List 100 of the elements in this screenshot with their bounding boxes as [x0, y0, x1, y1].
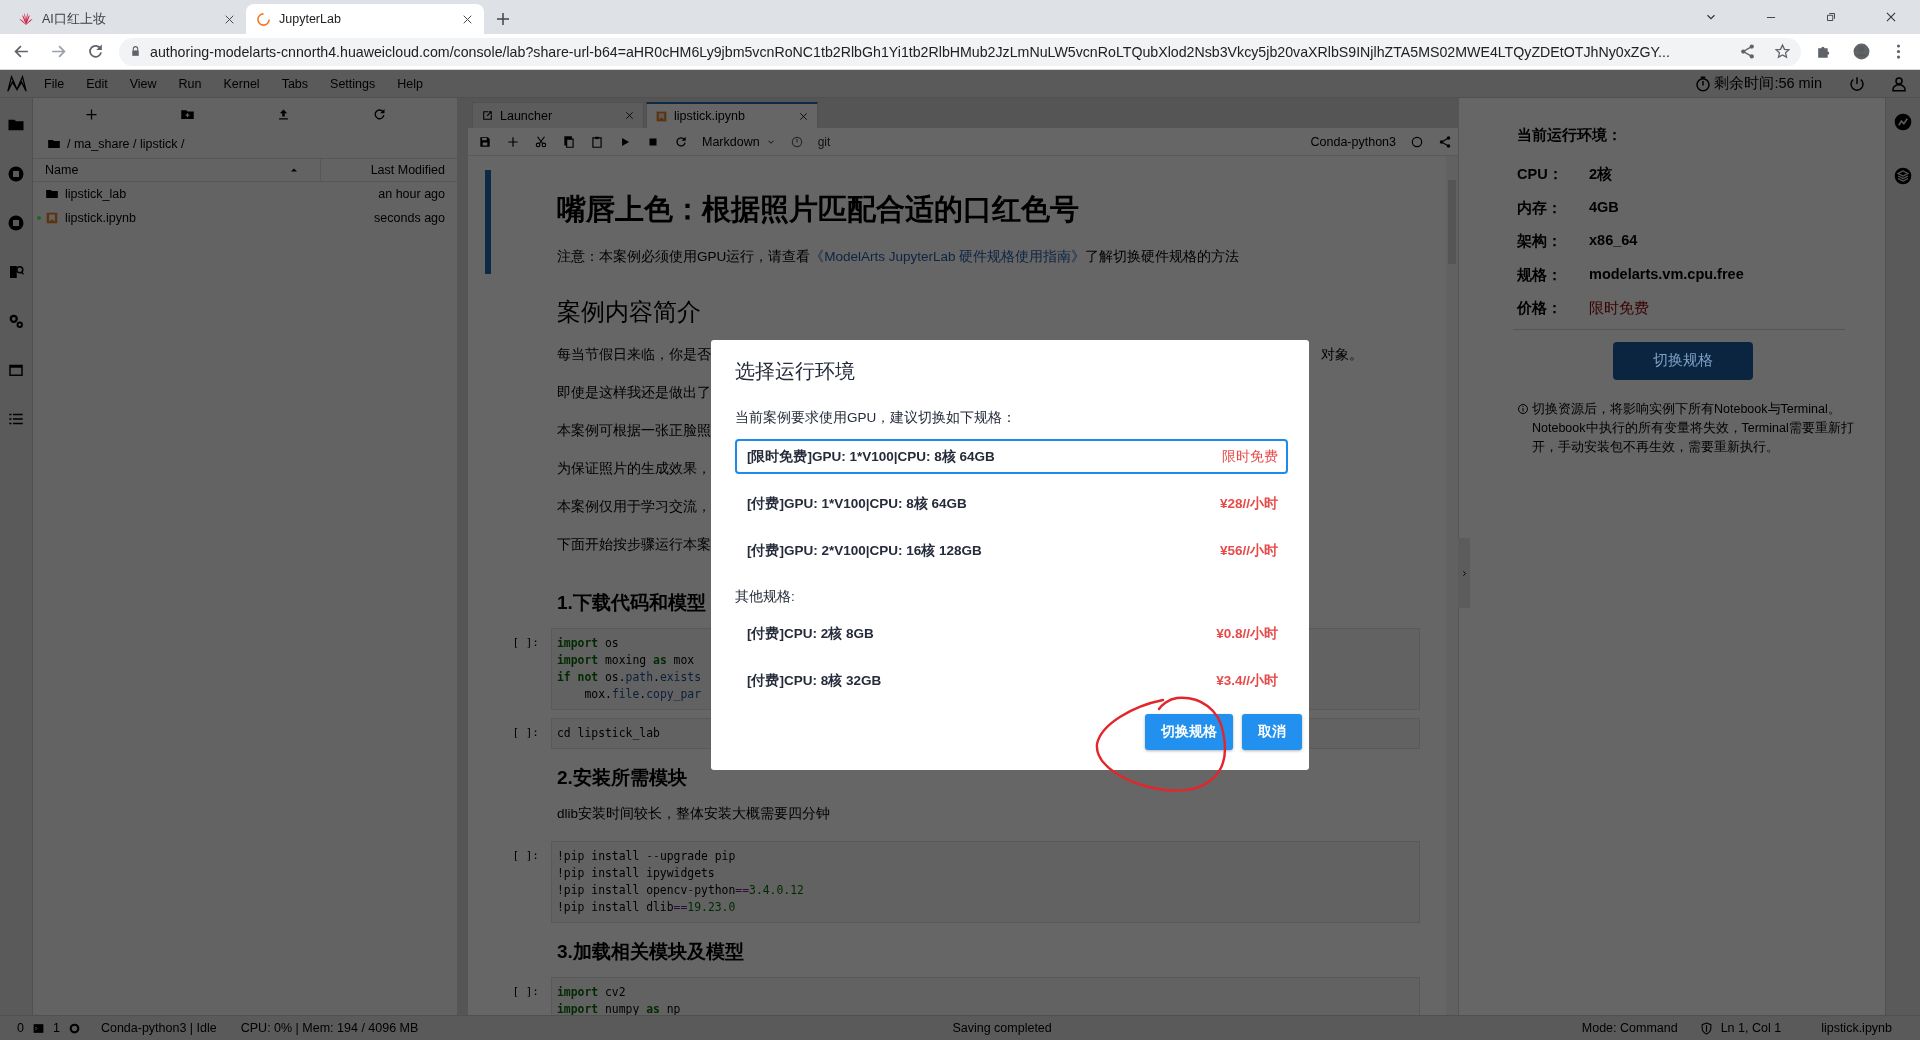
paragraph-text: 下面开始按步骤运行本案 — [557, 536, 711, 554]
inspector-icon[interactable] — [7, 263, 25, 281]
reload-icon[interactable] — [86, 42, 105, 61]
share-icon[interactable] — [1739, 43, 1756, 60]
git-button[interactable]: git — [817, 134, 831, 149]
restart-icon[interactable] — [674, 134, 688, 149]
lock-icon — [129, 45, 142, 58]
spec-option[interactable]: [限时免费]GPU: 1*V100|CPU: 8核 64GB 限时免费 — [735, 439, 1288, 474]
save-icon[interactable] — [478, 134, 492, 149]
star-icon[interactable] — [1774, 43, 1791, 60]
terminal-icon — [31, 1021, 45, 1035]
flower-logo-icon — [18, 11, 34, 27]
notebook-icon — [45, 211, 59, 225]
spec-option[interactable]: [付费]CPU: 8核 32GB ¥3.4//小时 — [735, 663, 1288, 698]
spec-label: CPU： — [1517, 165, 1564, 184]
kernel-status[interactable]: Conda-python3 | Idle — [100, 1021, 217, 1035]
spec-option[interactable]: [付费]CPU: 2核 8GB ¥0.8//小时 — [735, 616, 1288, 651]
menu-item[interactable]: Help — [397, 76, 423, 91]
kernel-count[interactable]: 1 — [52, 1021, 60, 1035]
panel-title: 当前运行环境： — [1517, 126, 1623, 145]
stop-icon[interactable] — [7, 214, 25, 232]
cut-icon[interactable] — [534, 134, 548, 149]
browser-tab[interactable]: AI口红上妆 — [8, 4, 246, 34]
modified-time: an hour ago — [378, 187, 446, 201]
paragraph-text: 本案例可根据一张正脸照 — [557, 422, 711, 440]
menu-item[interactable]: Kernel — [223, 76, 260, 91]
restore-icon[interactable] — [1824, 10, 1838, 24]
switch-spec-button[interactable]: 切换规格 — [1613, 341, 1753, 380]
menu-item[interactable]: Tabs — [281, 76, 309, 91]
paragraph-text: 对象。 — [1321, 346, 1363, 364]
paragraph-text: 即使是这样我还是做出了 — [557, 384, 711, 402]
section-heading: 2.安装所需模块 — [557, 766, 687, 790]
spec-label: 内存： — [1517, 198, 1563, 218]
section-label: 其他规格: — [735, 588, 796, 606]
plus-icon[interactable] — [506, 134, 520, 149]
share-icon[interactable] — [1438, 134, 1452, 149]
new-tab-icon[interactable] — [494, 10, 512, 28]
shield-icon[interactable] — [1699, 1021, 1713, 1035]
copy-icon[interactable] — [562, 134, 576, 149]
gear-icon[interactable] — [7, 312, 25, 330]
section-label: 当前案例要求使用GPU，建议切换如下规格： — [735, 409, 1018, 427]
document-tab[interactable]: lipstick.ipynb — [646, 102, 818, 128]
layers-icon[interactable] — [1893, 166, 1913, 186]
kernel-status-icon — [1410, 134, 1424, 149]
profile-icon[interactable] — [1852, 42, 1871, 61]
paragraph-text: dlib安装时间较长，整体安装大概需要四分钟 — [557, 805, 830, 823]
cell-prompt: [ ]: — [511, 984, 540, 1000]
notebook-icon — [655, 109, 668, 123]
status-message: Saving completed — [952, 1021, 1052, 1035]
menu-item[interactable]: File — [44, 76, 65, 91]
paragraph-text: 为保证照片的生成效果， — [557, 460, 711, 478]
code-editor[interactable]: import cv2 import numpy as np — [551, 977, 1420, 1015]
section-heading: 案例内容简介 — [557, 297, 701, 327]
running-icon[interactable] — [7, 165, 25, 183]
paragraph-text: 每当节假日来临，你是否 — [557, 346, 711, 364]
column-header[interactable]: Last Modified — [321, 159, 457, 181]
column-header[interactable]: Name — [33, 159, 321, 181]
cell-prompt: [ ]: — [511, 848, 540, 864]
collapse-handle[interactable] — [1458, 538, 1470, 608]
clock-icon[interactable] — [789, 134, 804, 149]
menu-item[interactable]: View — [129, 76, 157, 91]
menu-item[interactable]: Settings — [330, 76, 376, 91]
file-name: lipstick.ipynb — [1821, 1021, 1892, 1035]
cell-type-dropdown[interactable]: Markdown — [702, 134, 776, 149]
cursor-position[interactable]: Ln 1, Col 1 — [1720, 1021, 1782, 1035]
chart-icon[interactable] — [1893, 112, 1913, 132]
spec-label: 架构： — [1517, 232, 1563, 251]
info-icon — [1517, 402, 1529, 415]
section-heading: 3.加载相关模块及模型 — [557, 940, 744, 964]
dialog-button[interactable]: 取消 — [1242, 714, 1302, 750]
spec-option[interactable]: [付费]GPU: 1*V100|CPU: 8核 64GB ¥28//小时 — [735, 486, 1288, 521]
power-icon[interactable] — [1848, 74, 1866, 93]
document-tab[interactable]: Launcher — [472, 102, 644, 128]
menu-item[interactable]: Edit — [86, 76, 108, 91]
browser-tab[interactable]: JupyterLab — [246, 4, 484, 34]
paste-icon[interactable] — [590, 134, 604, 149]
file-name[interactable]: lipstick_lab — [65, 187, 379, 201]
paragraph-text: 本案例仅用于学习交流， — [557, 498, 711, 516]
guide-link[interactable]: 《ModelArts JupyterLab 硬件规格使用指南》 — [810, 249, 1086, 264]
mode-indicator[interactable]: Mode: Command — [1581, 1021, 1678, 1035]
folder-icon[interactable] — [47, 137, 61, 151]
terminal-count[interactable]: 0 — [17, 1021, 24, 1035]
spec-value: 限时免费 — [1589, 299, 1649, 318]
section-heading: 1.下载代码和模型 — [557, 591, 706, 615]
kernel-name[interactable]: Conda-python3 — [1310, 134, 1396, 149]
menu-item[interactable]: Run — [178, 76, 202, 91]
code-editor[interactable]: !pip install --upgrade pip !pip install ipywidgets !pip install opencv-python==3.4.0.12 !pip install dlib==19.23.0 — [551, 841, 1420, 923]
spec-value: modelarts.vm.cpu.free — [1589, 265, 1744, 282]
dialog-button[interactable]: 切换规格 — [1145, 714, 1233, 750]
breadcrumb-path[interactable]: / ma_share / lipstick / — [67, 137, 185, 151]
file-name[interactable]: lipstick.ipynb — [65, 211, 375, 225]
spec-label: 规格： — [1517, 265, 1563, 285]
dialog-title: 选择运行环境 — [735, 359, 856, 384]
spec-value: x86_64 — [1589, 232, 1638, 248]
spec-label: 价格： — [1517, 299, 1563, 318]
warning-text: 切换资源后，将影响实例下所有Notebook与Terminal。Notebook中执行的所有变量将失效，Terminal需要重新打开，手动安装包不再生效，需要重新执行。 — [1532, 400, 1855, 456]
close-icon[interactable] — [1884, 10, 1898, 24]
spec-option[interactable]: [付费]GPU: 2*V100|CPU: 16核 128GB ¥56//小时 — [735, 533, 1288, 568]
address-field[interactable]: authoring-modelarts-cnnorth4.huaweicloud.com/console/lab?share-url-b64=aHR0cHM6Ly9jbm5vcnRoNC1tb2RlbGh1Yi1tb2RlbHMub2JzLmNuLW5vcnRoLTQubXlod2Nsb3Vkcy5jb20vaXRlbS9INjlhZTA5MS02MWE4LTQyZDEtOTJhNy0xZGY... — [119, 37, 1801, 66]
user-icon[interactable] — [1890, 74, 1908, 93]
